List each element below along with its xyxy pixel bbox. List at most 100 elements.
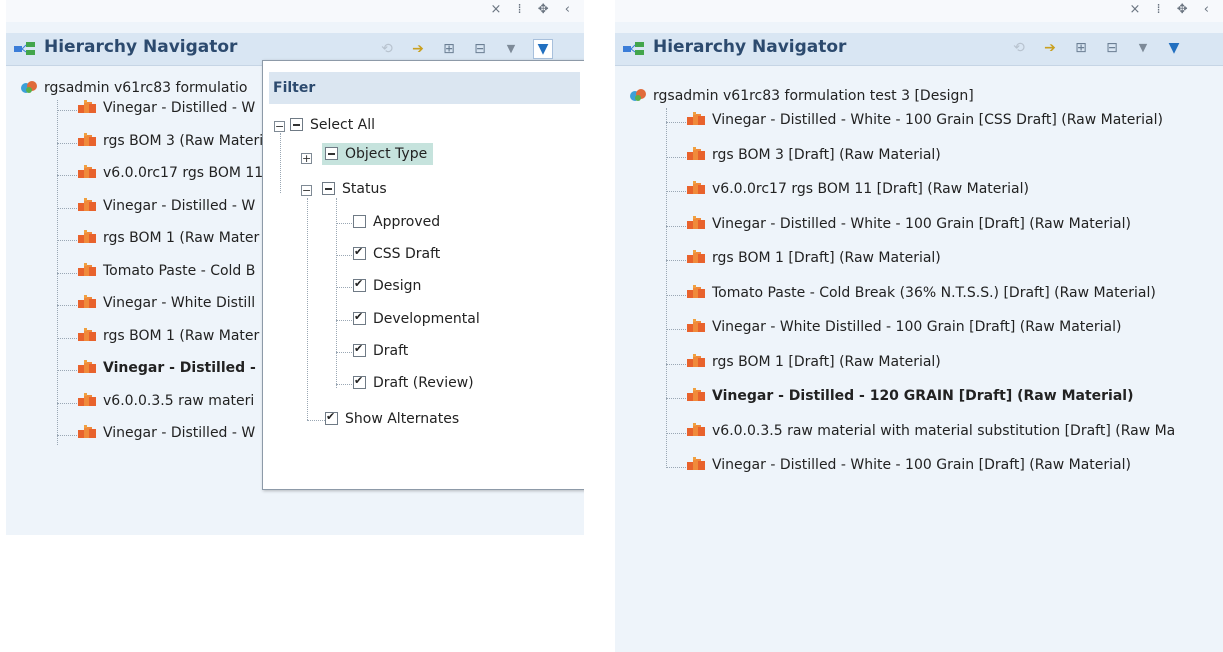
tree-item[interactable]: Vinegar - Distilled - (77, 360, 256, 376)
tree-connector (666, 432, 688, 434)
filter-connector (336, 287, 352, 289)
tree-item-label: Vinegar - Distilled - (103, 360, 256, 376)
tree-item[interactable]: rgs BOM 1 [Draft] (Raw Material) (686, 353, 941, 370)
tree-item-label: rgs BOM 3 (Raw Materi (103, 132, 264, 149)
filter-status-option[interactable]: Developmental (353, 310, 480, 327)
raw-material-icon (687, 284, 705, 298)
tree-item-label: Vinegar - Distilled - White - 100 Grain … (712, 457, 1131, 473)
tree-item-label: Vinegar - Distilled - 120 GRAIN [Draft] … (712, 388, 1134, 404)
tree-item[interactable]: v6.0.0.3.5 raw material with material su… (686, 422, 1176, 439)
raw-material-icon (687, 215, 705, 229)
filter-status[interactable]: Status (322, 181, 387, 197)
tree-item[interactable]: Vinegar - Distilled - White - 100 Grain … (686, 112, 1163, 128)
tree-item[interactable]: rgs BOM 3 (Raw Materi (77, 132, 264, 149)
tree-item-label: v6.0.0.3.5 raw materi (103, 392, 255, 409)
tree-item[interactable]: Vinegar - White Distill (77, 295, 255, 311)
tree-connector (666, 108, 667, 466)
tree-connector (57, 272, 79, 274)
tree-connector (57, 337, 79, 339)
raw-material-icon (78, 197, 96, 211)
filter-status-option[interactable]: CSS Draft (353, 245, 440, 262)
hierarchy-navigator-panel-left: × ⁞ ✥ ‹ Hierarchy Navigator ⟲ ➔ ⊞ ⊟ ▼ ▼ … (6, 0, 584, 535)
tree-item[interactable]: Vinegar - Distilled - W (77, 197, 255, 214)
filter-title: Filter (269, 72, 580, 104)
status-option-label: Design (373, 278, 422, 295)
tree-root[interactable]: rgsadmin v61rc83 formulation test 3 [Des… (629, 88, 974, 104)
tree-item[interactable]: Vinegar - Distilled - White - 100 Grain … (686, 215, 1131, 232)
raw-material-icon (687, 181, 705, 194)
filter-connector (307, 198, 308, 420)
raw-material-icon (687, 112, 705, 125)
object-type-checkbox[interactable] (325, 147, 338, 160)
select-all-checkbox[interactable] (290, 118, 303, 131)
tree-item[interactable]: Vinegar - White Distilled - 100 Grain [D… (686, 319, 1121, 335)
tree-connector (666, 225, 688, 227)
raw-material-icon (78, 360, 96, 373)
tree-item[interactable]: Vinegar - Distilled - 120 GRAIN [Draft] … (686, 388, 1133, 404)
tree-item[interactable]: rgs BOM 3 [Draft] (Raw Material) (686, 146, 941, 163)
filter-connector (336, 223, 352, 224)
tree-item[interactable]: Vinegar - Distilled - W (77, 100, 255, 116)
formulation-icon (630, 89, 646, 101)
filter-show-alternates[interactable]: Show Alternates (325, 410, 459, 427)
hierarchy-navigator-panel-right: × ⁞ ✥ ‹ Hierarchy Navigator ⟲ ➔ ⊞ ⊟ ▼ ▼ … (615, 0, 1223, 652)
tree-item[interactable]: Vinegar - Distilled - W (77, 425, 255, 441)
tree-item-label: Vinegar - White Distill (103, 295, 256, 311)
tree-item-label: v6.0.0rc17 rgs BOM 11 [Draft] (Raw Mater… (712, 181, 1029, 197)
tree-item-label: Vinegar - White Distilled - 100 Grain [D… (712, 319, 1122, 335)
collapse-select-all-toggle[interactable]: − (274, 121, 285, 132)
status-option-checkbox[interactable] (353, 245, 366, 261)
tree-item[interactable]: v6.0.0rc17 rgs BOM 11 [Draft] (Raw Mater… (686, 181, 1029, 197)
tree-item-label: v6.0.0.3.5 raw material with material su… (712, 422, 1176, 439)
filter-status-option[interactable]: Approved (353, 214, 440, 230)
status-option-label: Approved (373, 214, 441, 230)
tree-root-label: rgsadmin v61rc83 formulatio (44, 80, 248, 96)
tree-item-label: Vinegar - Distilled - White - 100 Grain … (712, 215, 1131, 232)
status-option-checkbox[interactable] (353, 342, 366, 357)
tree-connector (57, 142, 79, 144)
status-option-label: Developmental (373, 310, 480, 327)
formulation-icon (21, 81, 37, 93)
filter-select-all[interactable]: Select All (290, 117, 375, 133)
expand-object-type-toggle[interactable]: + (301, 153, 312, 164)
tree-item-label: rgs BOM 1 [Draft] (Raw Material) (712, 250, 941, 266)
tree-item[interactable]: Tomato Paste - Cold Break (36% N.T.S.S.)… (686, 284, 1156, 301)
raw-material-icon (78, 262, 96, 276)
tree-connector (57, 175, 79, 176)
collapse-status-toggle[interactable]: − (301, 185, 312, 196)
tree-connector (57, 110, 79, 111)
tree-item[interactable]: v6.0.0rc17 rgs BOM 11 (77, 165, 263, 181)
tree-item[interactable]: rgs BOM 1 [Draft] (Raw Material) (686, 250, 941, 266)
status-option-checkbox[interactable] (353, 277, 366, 293)
tree-root[interactable]: rgsadmin v61rc83 formulatio (20, 80, 247, 96)
filter-status-option[interactable]: Draft (353, 342, 408, 359)
status-checkbox[interactable] (322, 182, 335, 195)
filter-status-option[interactable]: Draft (Review) (353, 374, 474, 391)
status-option-checkbox[interactable] (353, 215, 366, 228)
tree-item[interactable]: rgs BOM 1 (Raw Mater (77, 327, 259, 344)
tree-connector (666, 467, 688, 468)
filter-status-option[interactable]: Design (353, 277, 422, 295)
filter-connector (336, 384, 352, 385)
tree-connector (666, 329, 688, 330)
status-option-label: Draft (Review) (373, 375, 474, 391)
tree-item[interactable]: v6.0.0.3.5 raw materi (77, 392, 255, 409)
filter-object-type[interactable]: Object Type (322, 143, 434, 165)
hierarchy-tree-right: rgsadmin v61rc83 formulation test 3 [Des… (615, 0, 1223, 652)
status-option-checkbox[interactable] (353, 310, 366, 325)
tree-item[interactable]: Vinegar - Distilled - White - 100 Grain … (686, 457, 1131, 473)
show-alternates-checkbox[interactable] (325, 410, 338, 425)
tree-connector (57, 240, 79, 241)
status-option-checkbox[interactable] (353, 374, 366, 389)
raw-material-icon (78, 295, 96, 308)
select-all-label: Select All (310, 117, 375, 133)
raw-material-icon (687, 250, 705, 263)
tree-item[interactable]: Tomato Paste - Cold B (77, 262, 255, 279)
raw-material-icon (687, 388, 705, 401)
tree-connector (666, 122, 688, 123)
tree-item-label: Vinegar - Distilled - White - 100 Grain … (712, 112, 1163, 128)
tree-item-label: Vinegar - Distilled - W (103, 425, 256, 441)
tree-item[interactable]: rgs BOM 1 (Raw Mater (77, 230, 259, 246)
tree-item-label: v6.0.0rc17 rgs BOM 11 (103, 165, 264, 181)
raw-material-icon (78, 392, 96, 406)
